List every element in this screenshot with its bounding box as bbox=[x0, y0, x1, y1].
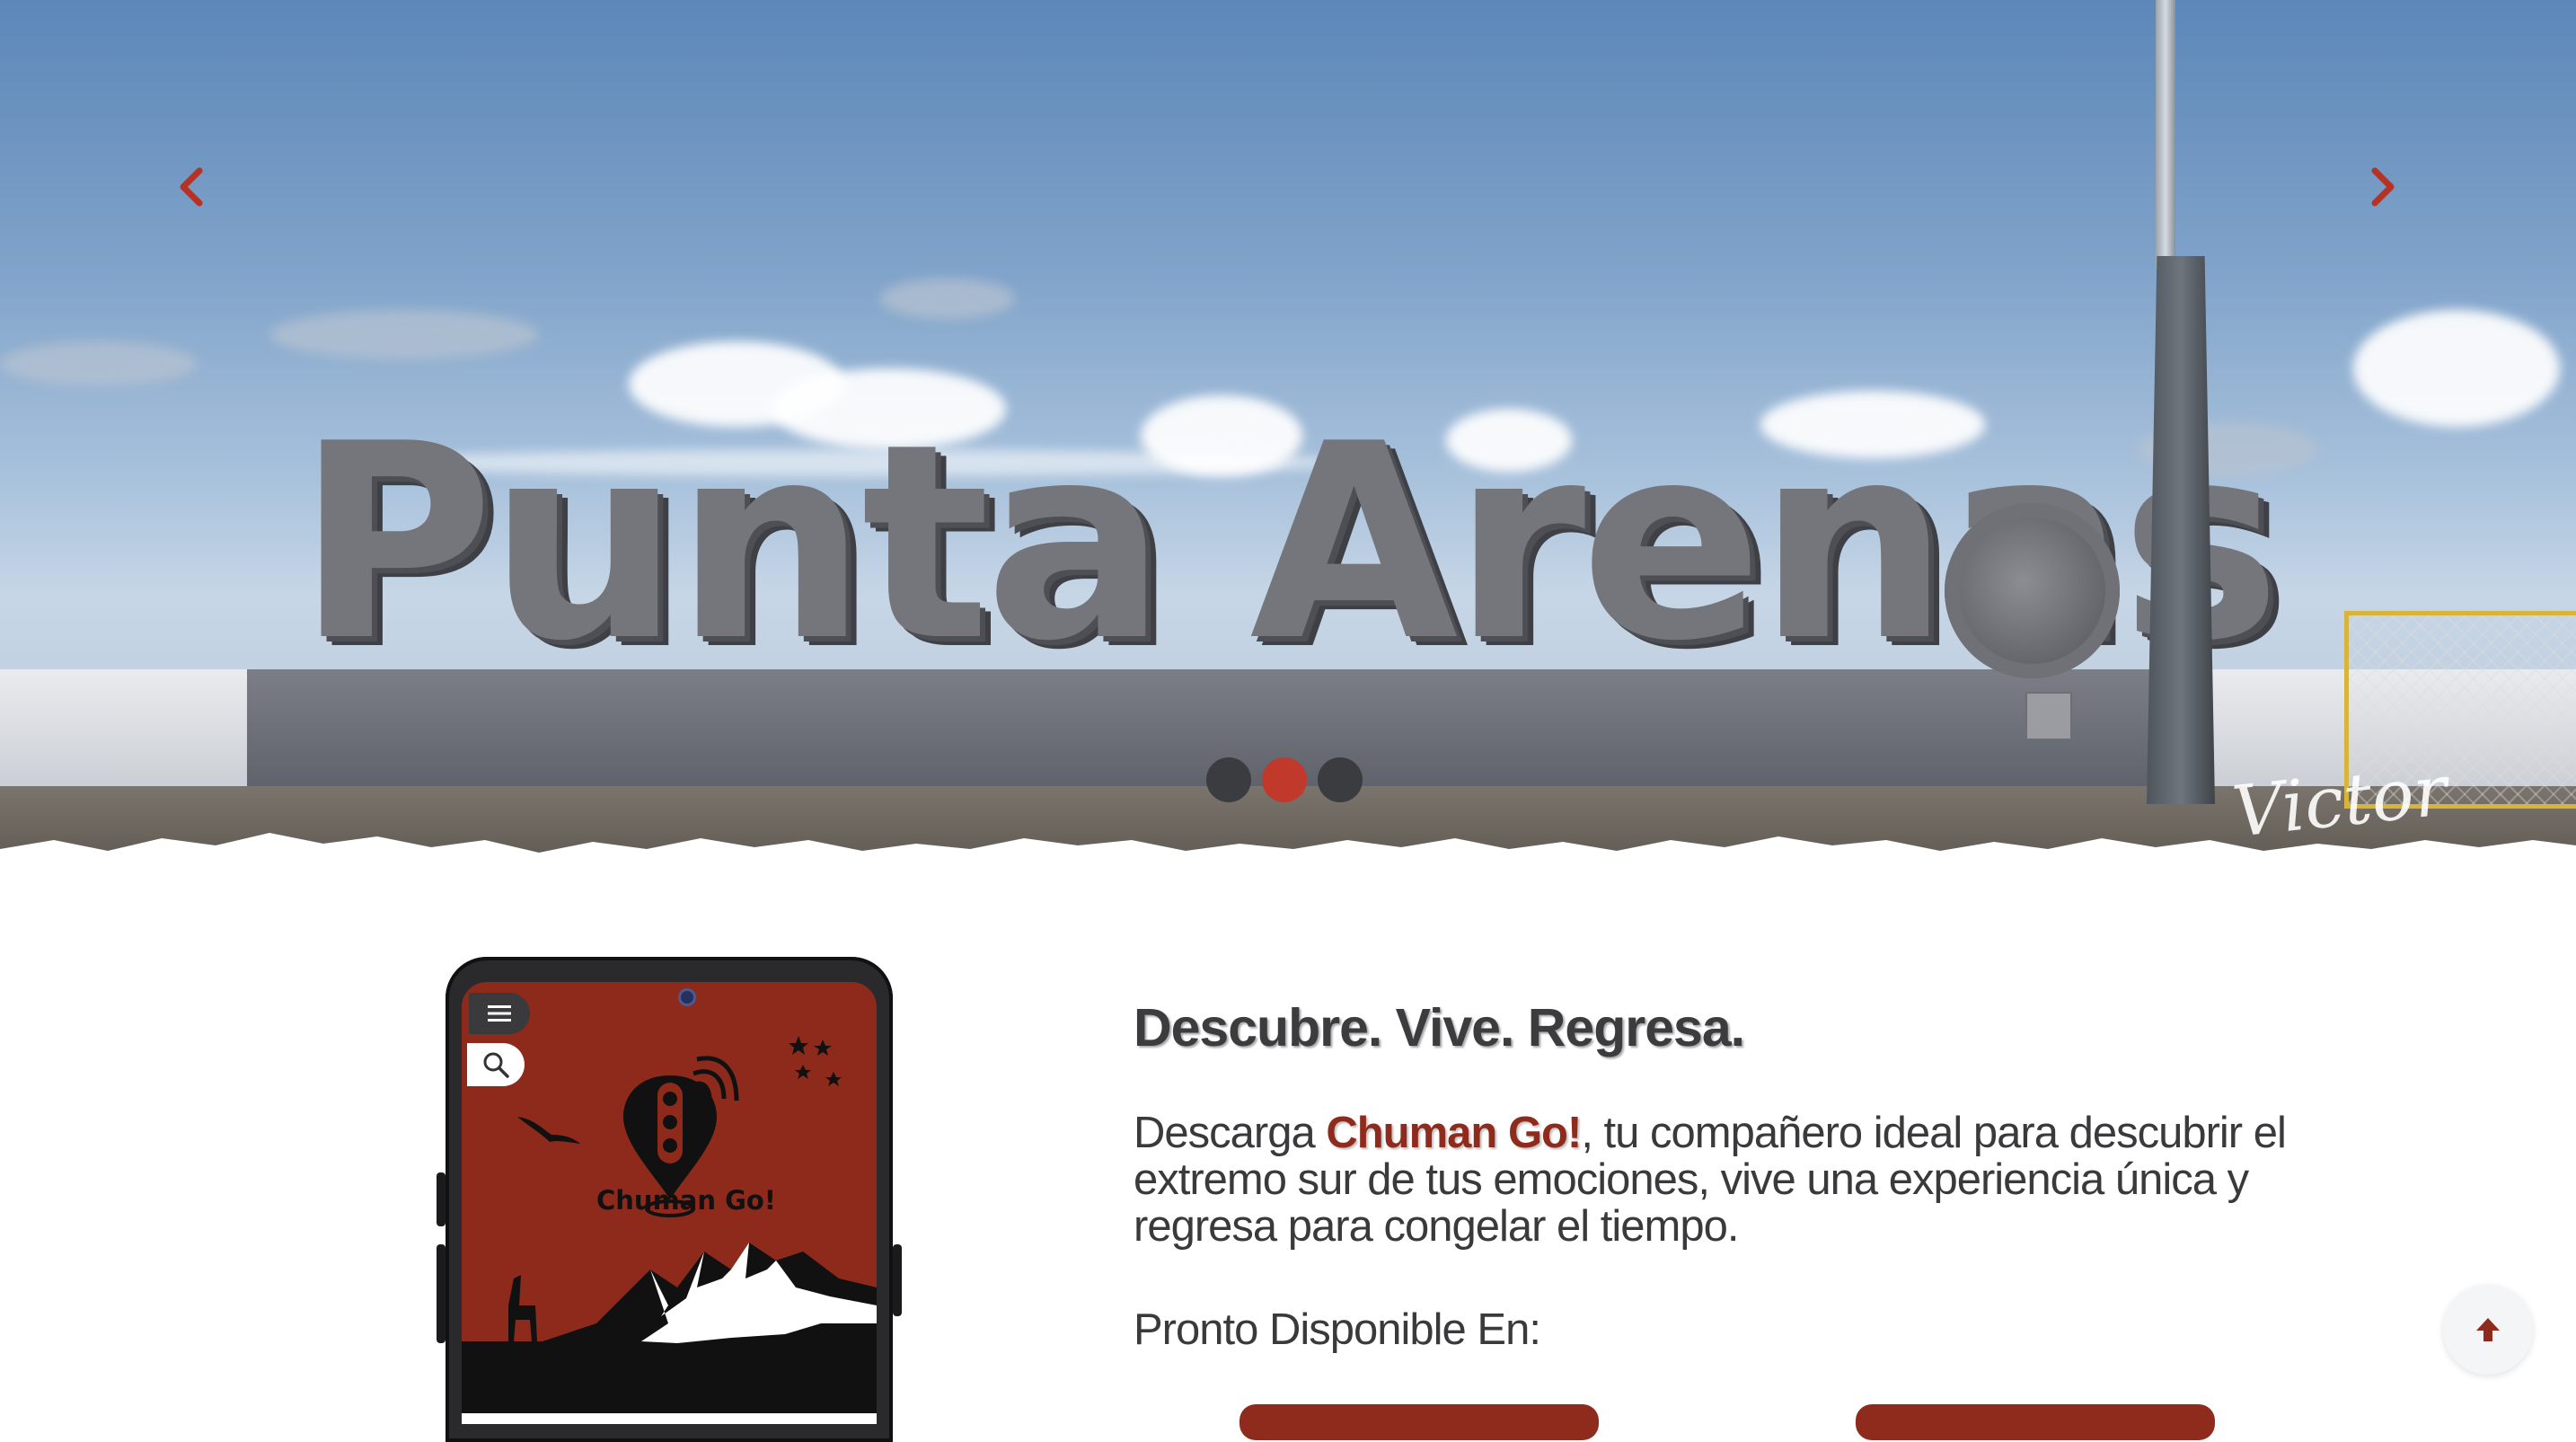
hero-carousel: Punta Arenas Victor Muñoz bbox=[0, 0, 2576, 876]
stars-icon bbox=[789, 1036, 842, 1086]
screen-bottom bbox=[462, 1413, 877, 1424]
seawall bbox=[0, 669, 256, 795]
app-splash-screen: Chuman Go! bbox=[462, 982, 877, 1424]
store-button[interactable] bbox=[1239, 1404, 1599, 1440]
chevron-right-icon bbox=[2371, 167, 2395, 207]
carousel-dot[interactable] bbox=[1318, 757, 1363, 802]
light-pole-base bbox=[2147, 256, 2215, 804]
torn-edge bbox=[0, 833, 2576, 876]
phone-button bbox=[893, 1244, 902, 1316]
condor-icon bbox=[517, 1117, 580, 1144]
carousel-dot-active[interactable] bbox=[1262, 757, 1307, 802]
sign-disc bbox=[1945, 503, 2120, 678]
carousel-prev-button[interactable] bbox=[160, 160, 223, 214]
cloud bbox=[269, 310, 539, 359]
phone-button bbox=[437, 1172, 446, 1226]
carousel-indicators bbox=[1206, 757, 1363, 802]
chevron-left-icon bbox=[180, 167, 203, 207]
cloud bbox=[2353, 310, 2560, 427]
carousel-dot[interactable] bbox=[1206, 757, 1251, 802]
description-prefix: Descarga bbox=[1134, 1109, 1327, 1157]
guanaco-icon bbox=[508, 1275, 537, 1341]
cloud bbox=[880, 279, 1015, 319]
app-description: Descarga Chuman Go!, tu compañero ideal … bbox=[1134, 1110, 2319, 1250]
arrow-up-icon bbox=[2476, 1318, 2500, 1341]
phone-button bbox=[437, 1244, 446, 1343]
cloud bbox=[0, 341, 198, 386]
light-pole bbox=[2156, 0, 2175, 270]
store-button[interactable] bbox=[1856, 1404, 2215, 1440]
tagline: Descubre. Vive. Regresa. bbox=[1134, 998, 1745, 1057]
carousel-next-button[interactable] bbox=[2351, 160, 2414, 214]
plaque bbox=[2025, 692, 2072, 740]
app-title: Chuman Go! bbox=[595, 1185, 777, 1216]
brand-name: Chuman Go! bbox=[1326, 1109, 1582, 1157]
phone-mockup: Chuman Go! bbox=[437, 957, 902, 1442]
availability-heading: Pronto Disponible En: bbox=[1134, 1305, 1541, 1354]
back-to-top-button[interactable] bbox=[2443, 1285, 2533, 1375]
